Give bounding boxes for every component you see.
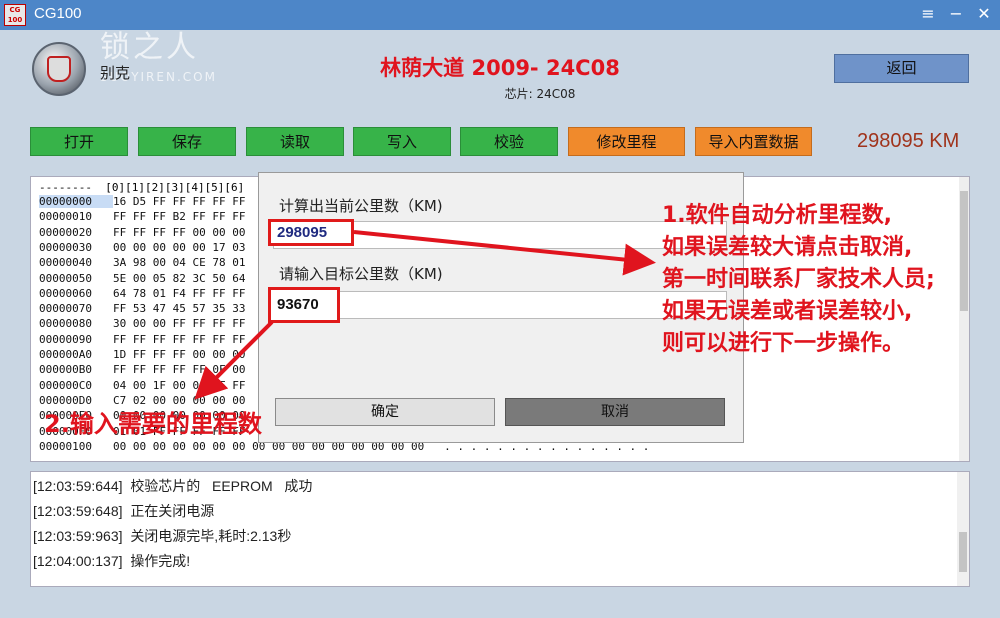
hex-address: 00000090 [39, 332, 92, 346]
hex-address: 00000050 [39, 271, 92, 285]
hex-row[interactable]: 00000040 3A 98 00 04 CE 78 01 [39, 256, 245, 270]
hex-bytes: FF 53 47 45 57 35 33 [113, 302, 246, 316]
hex-address: 000000C0 [39, 378, 92, 392]
annotation-note-1-line: 1.软件自动分析里程数, [662, 203, 893, 228]
hex-bytes: 00 00 00 00 00 17 03 [113, 240, 246, 254]
hex-row[interactable]: 00000070 FF 53 47 45 57 35 33 [39, 302, 245, 316]
log-line: [12:03:59:648] 正在关闭电源 [33, 501, 214, 521]
hex-address: 000000B0 [39, 363, 92, 377]
hex-address: 00000100 [39, 439, 92, 453]
hex-row[interactable]: 000000B0 FF FF FF FF FF 0F 00 [39, 363, 245, 377]
back-button[interactable]: 返回 [834, 54, 969, 83]
save-button[interactable]: 保存 [138, 127, 236, 156]
hex-bytes: 64 78 01 F4 FF FF FF [113, 286, 246, 300]
annotation-note-1-line: 如果误差较大请点击取消, [662, 235, 913, 260]
hex-bytes: FF FF FF FF 00 00 00 [113, 225, 246, 239]
target-mileage-input[interactable] [273, 291, 727, 319]
hex-address: 00000020 [39, 225, 92, 239]
verify-button[interactable]: 校验 [460, 127, 558, 156]
cg100-app-icon: CG 100 [4, 4, 26, 26]
hex-row[interactable]: 00000000 16 D5 FF FF FF FF FF [39, 195, 245, 209]
open-button[interactable]: 打开 [30, 127, 128, 156]
hex-row[interactable]: 000000A0 1D FF FF FF 00 00 00 [39, 348, 245, 362]
annotation-note-1-line: 如果无误差或者误差较小, [662, 299, 913, 324]
current-mileage-value: 298095 [268, 219, 354, 246]
annotation-note-1: 1.软件自动分析里程数, 如果误差较大请点击取消, 第一时间联系厂家技术人员; … [662, 200, 935, 360]
cancel-button[interactable]: 取消 [505, 398, 725, 426]
hex-row[interactable]: 00000020 FF FF FF FF 00 00 00 [39, 226, 245, 240]
write-button[interactable]: 写入 [353, 127, 451, 156]
edit-mileage-button[interactable]: 修改里程 [568, 127, 685, 156]
close-icon[interactable]: ✕ [974, 4, 994, 24]
hex-bytes: 1D FF FF FF 00 00 00 [113, 348, 246, 361]
log-scrollbar[interactable] [957, 472, 969, 586]
import-data-button[interactable]: 导入内置数据 [695, 127, 812, 156]
hex-row[interactable]: 00000060 64 78 01 F4 FF FF FF [39, 287, 245, 301]
hex-bytes: 30 00 00 FF FF FF FF [113, 317, 246, 331]
hex-row[interactable]: 00000010 FF FF FF B2 FF FF FF [39, 210, 245, 224]
log-panel[interactable]: [12:03:59:644] 校验芯片的 EEPROM 成功 [12:03:59:… [30, 471, 970, 587]
annotation-note-2: 2.输入需要的里程数 [44, 410, 262, 438]
read-button[interactable]: 读取 [246, 127, 344, 156]
log-timestamp: [12:03:59:648] [33, 503, 123, 519]
hex-address: 00000030 [39, 240, 92, 254]
hex-row[interactable]: 00000080 30 00 00 FF FF FF FF [39, 317, 245, 331]
hex-bytes: FF FF FF FF FF FF FF [113, 332, 246, 346]
hex-bytes: 3A 98 00 04 CE 78 01 [113, 256, 246, 270]
hex-bytes: 04 00 1F 00 01 FF FF [113, 378, 246, 392]
hex-bytes: 5E 00 05 82 3C 50 64 [113, 271, 246, 285]
hex-address: 00000000 [39, 195, 113, 208]
hex-address: 00000060 [39, 286, 92, 300]
minimize-icon[interactable]: − [946, 4, 966, 24]
hex-row[interactable]: 00000090 FF FF FF FF FF FF FF [39, 333, 245, 347]
log-message: 正在关闭电源 [130, 503, 215, 519]
target-mileage-label: 请输入目标公里数（KM) [279, 265, 443, 283]
log-line: [12:04:00:137] 操作完成! [33, 551, 190, 571]
hex-bytes: FF FF FF B2 FF FF FF [113, 210, 246, 224]
log-timestamp: [12:03:59:963] [33, 528, 123, 544]
ok-button[interactable]: 确定 [275, 398, 495, 426]
log-line: [12:03:59:644] 校验芯片的 EEPROM 成功 [33, 476, 312, 496]
log-message: 操作完成! [130, 553, 191, 569]
menu-icon[interactable]: ≡ [918, 4, 938, 24]
hex-address: 00000040 [39, 256, 92, 270]
hex-bytes: FF FF FF FF FF 0F 00 [113, 363, 246, 377]
chip-label: 芯片: 24C08 [504, 87, 576, 101]
hex-bytes: 16 D5 FF FF FF FF FF [113, 195, 246, 208]
hex-row[interactable]: 00000030 00 00 00 00 00 17 03 [39, 241, 245, 255]
log-message: 校验芯片的 EEPROM 成功 [130, 478, 313, 494]
target-mileage-value[interactable]: 93670 [268, 287, 340, 323]
hex-address: 00000070 [39, 302, 92, 316]
hex-address: 00000080 [39, 317, 92, 331]
mileage-display: 298095 KM [857, 130, 960, 152]
log-line: [12:03:59:963] 关闭电源完毕,耗时:2.13秒 [33, 526, 291, 546]
log-timestamp: [12:04:00:137] [33, 553, 123, 569]
hex-address: 00000010 [39, 210, 92, 224]
annotation-note-1-line: 则可以进行下一步操作。 [662, 331, 905, 356]
log-timestamp: [12:03:59:644] [33, 478, 123, 494]
hex-row[interactable]: 000000C0 04 00 1F 00 01 FF FF [39, 379, 245, 393]
hex-address: 000000A0 [39, 348, 92, 361]
annotation-note-1-line: 第一时间联系厂家技术人员; [662, 267, 935, 292]
hex-row[interactable]: 00000050 5E 00 05 82 3C 50 64 [39, 272, 245, 286]
log-message: 关闭电源完毕,耗时:2.13秒 [130, 528, 292, 544]
hex-scrollbar[interactable] [959, 177, 969, 461]
window-title: CG100 [34, 5, 82, 22]
current-mileage-label: 计算出当前公里数（KM) [279, 197, 443, 215]
hex-header: -------- [0][1][2][3][4][5][6] [39, 181, 245, 194]
